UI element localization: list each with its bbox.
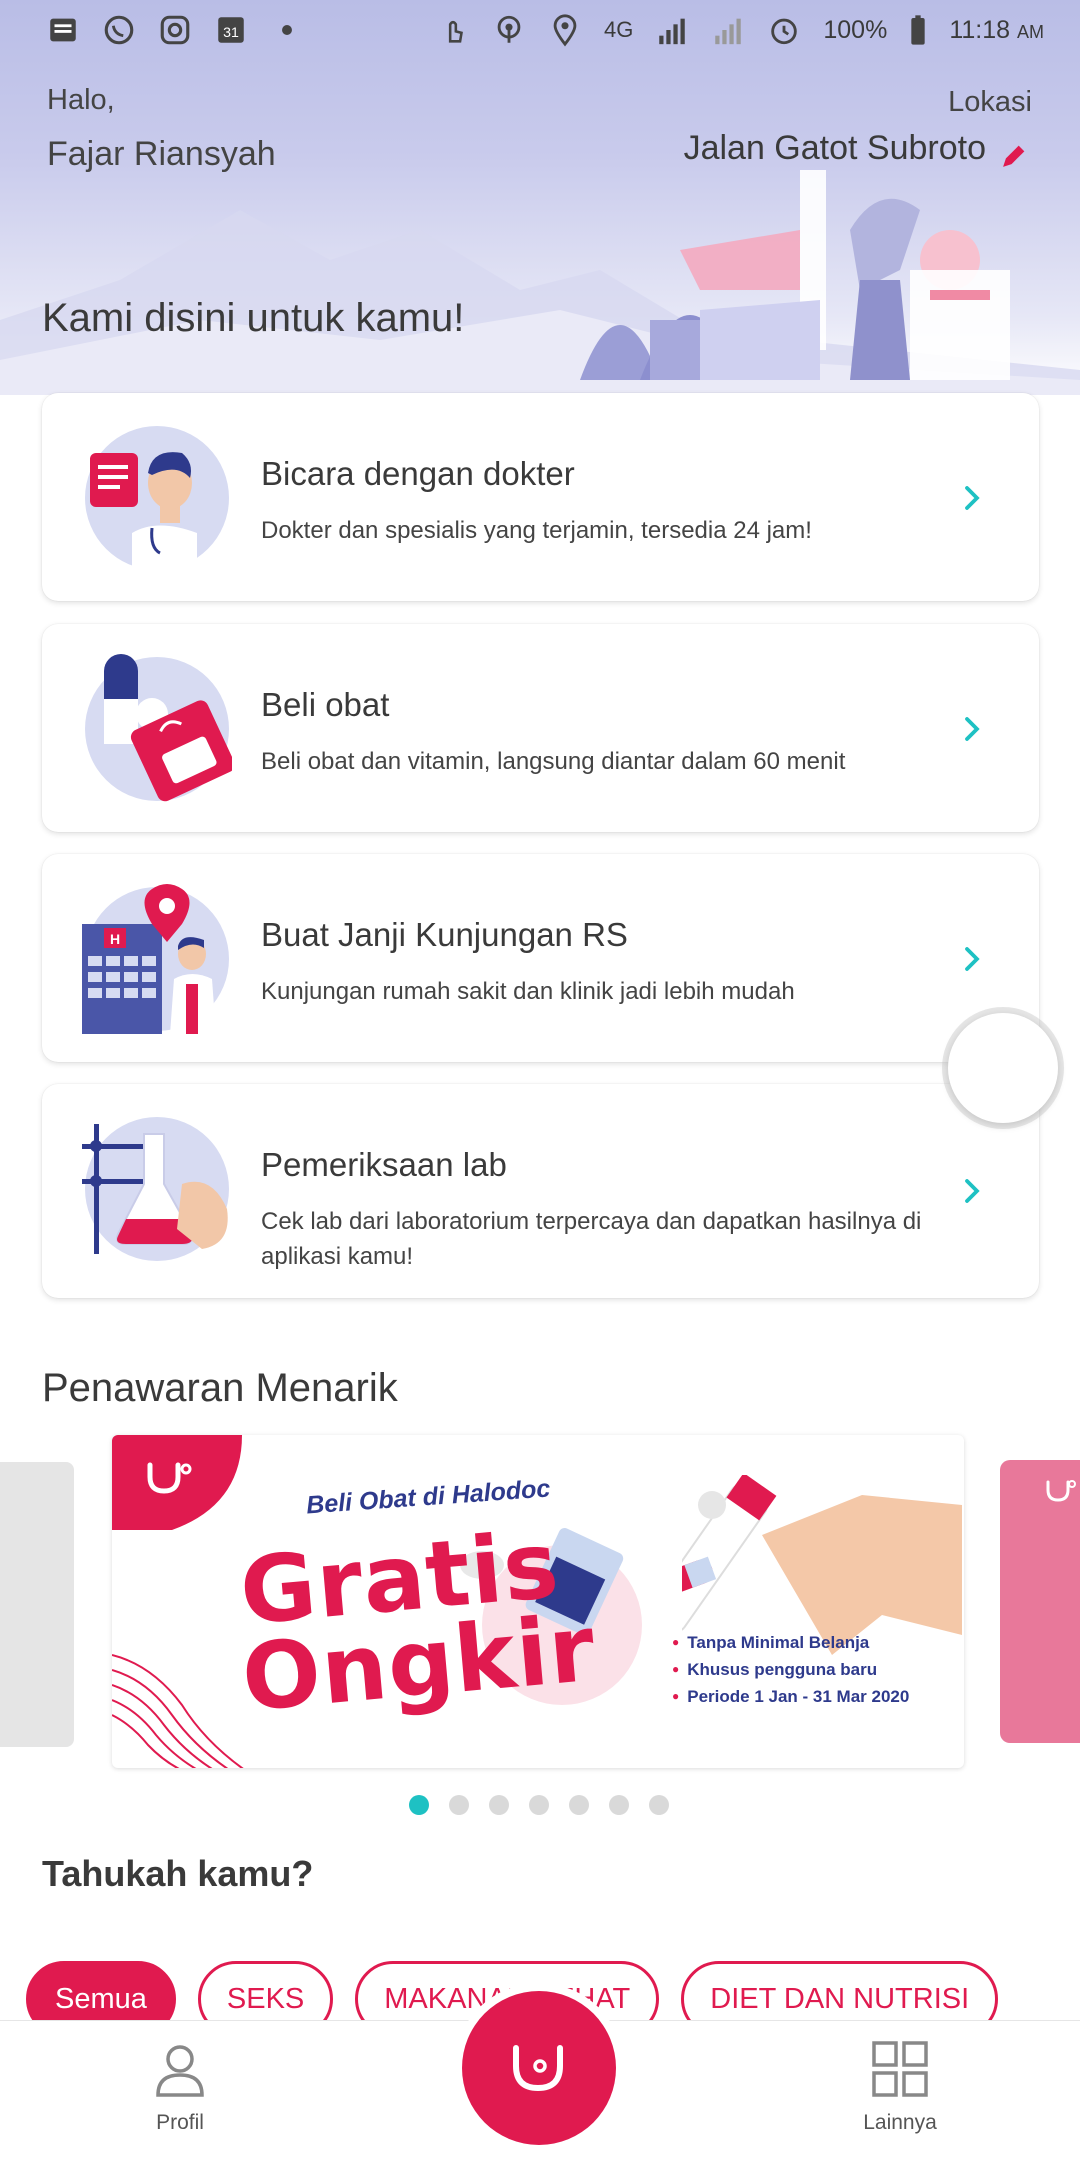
halodoc-logo-icon (1046, 1480, 1076, 1502)
carousel-dot-active[interactable] (409, 1795, 429, 1815)
signal-icon (655, 13, 689, 47)
nav-more-label: Lainnya (863, 2111, 937, 2134)
home-halodoc-button[interactable] (462, 1991, 616, 2145)
profile-icon (156, 2045, 204, 2097)
clock: 11:18 AM (949, 15, 1044, 44)
service-title: Beli obat (261, 686, 390, 723)
service-description: Kunjungan rumah sakit dan klinik jadi le… (261, 978, 795, 1005)
chevron-right-icon (965, 1179, 980, 1203)
edit-pencil-icon[interactable] (996, 140, 1030, 174)
nav-profile-label: Profil (156, 2111, 204, 2134)
offers-section-title: Penawaran Menarik (42, 1366, 398, 1410)
service-description: Beli obat dan vitamin, langsung diantar … (261, 748, 846, 775)
grid-icon (872, 2041, 928, 2097)
service-card-medicine[interactable]: Beli obat Beli obat dan vitamin, langsun… (42, 624, 1039, 832)
wave-decoration (112, 1654, 244, 1768)
doctor-chat-illustration-icon (85, 426, 229, 573)
status-bar: 31 4G 100% 11:18 AM (0, 0, 1080, 60)
calendar-icon: 31 (214, 13, 248, 47)
service-card-hospital[interactable]: H Buat Janji Kunjungan RS Kunjungan ruma… (42, 854, 1039, 1062)
promo-bullets: Tanpa Minimal Belanja Khusus pengguna ba… (672, 1629, 909, 1710)
halodoc-logo-badge (112, 1435, 242, 1530)
signal-weak-icon (711, 13, 745, 47)
lab-flask-illustration-icon (82, 1117, 229, 1261)
chevron-right-icon (965, 717, 980, 741)
promo-banner-free-shipping[interactable]: Beli Obat di Halodoc Gratis Ongkir Tanpa… (112, 1435, 964, 1768)
more-notifications-dot (270, 13, 304, 47)
instagram-icon (158, 13, 192, 47)
promo-bullet: Periode 1 Jan - 31 Mar 2020 (672, 1683, 909, 1710)
hero-tagline: Kami disini untuk kamu! (42, 296, 465, 340)
stethoscope-icon (513, 2045, 563, 2092)
promo-bullet: Tanpa Minimal Belanja (672, 1629, 909, 1656)
carousel-dot[interactable] (609, 1795, 629, 1815)
chevron-right-icon (965, 947, 980, 971)
service-card-doctor[interactable]: Bicara dengan dokter Dokter dan spesiali… (42, 393, 1039, 601)
service-title: Pemeriksaan lab (261, 1146, 507, 1183)
chevron-right-icon (965, 486, 980, 510)
location-value[interactable]: Jalan Gatot Subroto (684, 129, 986, 168)
service-description: Dokter dan spesialis yang terjamin, ters… (261, 517, 812, 544)
floating-assistive-button[interactable] (948, 1013, 1058, 1123)
service-title: Buat Janji Kunjungan RS (261, 916, 628, 953)
carousel-dot[interactable] (649, 1795, 669, 1815)
carousel-dot[interactable] (529, 1795, 549, 1815)
hero-header: 31 4G 100% 11:18 AM Halo, Fajar Riansyah… (0, 0, 1080, 395)
alarm-icon (767, 13, 801, 47)
notes-icon (46, 13, 80, 47)
promo-bullet: Khusus pengguna baru (672, 1656, 909, 1683)
nav-profile[interactable]: Profil (100, 2039, 260, 2135)
did-you-know-title: Tahukah kamu? (42, 1853, 314, 1894)
promo-banner-previous[interactable] (0, 1462, 74, 1747)
carousel-pagination (409, 1795, 669, 1815)
location-label: Lokasi (948, 86, 1032, 118)
hotspot-icon (492, 13, 526, 47)
location-pin-icon (548, 13, 582, 47)
whatsapp-icon (102, 13, 136, 47)
carousel-dot[interactable] (449, 1795, 469, 1815)
user-name: Fajar Riansyah (47, 135, 276, 173)
touch-icon (436, 13, 470, 47)
battery-icon (909, 13, 927, 47)
medicine-bag-illustration-icon (85, 654, 232, 802)
battery-percent: 100% (823, 15, 888, 44)
network-type: 4G (604, 17, 634, 42)
nav-more[interactable]: Lainnya (820, 2039, 980, 2135)
service-card-lab[interactable]: Pemeriksaan lab Cek lab dari laboratoriu… (42, 1084, 1039, 1298)
carousel-dot[interactable] (569, 1795, 589, 1815)
hospital-appointment-illustration-icon: H (82, 884, 229, 1034)
svg-text:31: 31 (223, 25, 239, 41)
svg-text:H: H (110, 931, 120, 947)
service-description: Cek lab dari laboratorium terpercaya dan… (261, 1208, 922, 1270)
promo-banner-next[interactable] (1000, 1460, 1080, 1743)
service-title: Bicara dengan dokter (261, 455, 575, 492)
landmark-illustration (0, 170, 1080, 395)
carousel-dot[interactable] (489, 1795, 509, 1815)
greeting-label: Halo, (47, 84, 115, 116)
